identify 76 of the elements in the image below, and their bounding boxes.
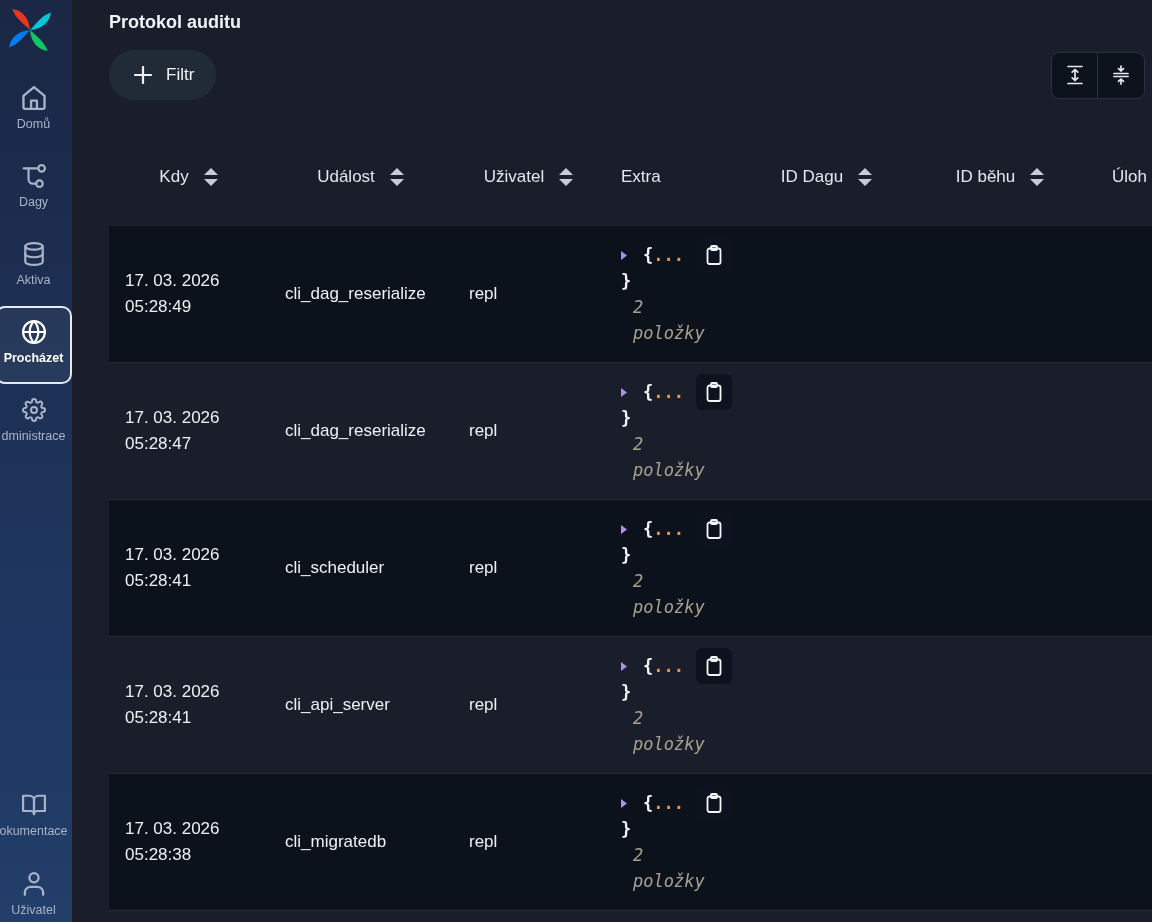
expand-button[interactable] — [1051, 51, 1098, 99]
user-name: repl — [469, 557, 498, 579]
user-name: repl — [469, 420, 498, 442]
event-name: cli_migratedb — [285, 831, 387, 853]
branch-icon — [21, 164, 46, 188]
brace-text: { — [643, 655, 654, 678]
timestamp: 17. 03. 2026 05:28:41 — [125, 544, 221, 592]
brace-text: } — [621, 407, 632, 430]
item-count: 2 položky — [633, 296, 705, 345]
clipboard-icon — [705, 656, 722, 676]
column-header[interactable]: Událost — [317, 166, 405, 188]
caret-icon[interactable] — [621, 250, 627, 260]
ellipsis-text: ... — [653, 381, 684, 404]
user-icon — [21, 872, 46, 896]
nav-item[interactable]: dministrace — [0, 384, 72, 462]
brace-text: } — [621, 270, 632, 293]
home-icon — [21, 86, 46, 110]
pinwheel-logo-icon[interactable] — [8, 8, 52, 52]
nav-item[interactable]: okumentace — [0, 779, 72, 843]
nav-item[interactable]: Aktiva — [0, 228, 72, 306]
copy-button[interactable] — [695, 648, 732, 684]
expand-icon — [1064, 65, 1085, 85]
brace-text: { — [643, 518, 654, 541]
timestamp: 17. 03. 2026 05:28:47 — [125, 407, 221, 455]
collapse-button[interactable] — [1098, 51, 1145, 99]
plus-icon — [134, 66, 152, 84]
caret-icon[interactable] — [621, 524, 627, 534]
user-name: repl — [469, 831, 498, 853]
item-count: 2 položky — [633, 433, 705, 482]
brace-text: { — [643, 792, 654, 815]
event-name: cli_dag_reserialize — [285, 420, 426, 442]
brace-text: } — [621, 818, 632, 841]
book-icon — [21, 793, 46, 817]
column-header[interactable]: Kdy — [159, 166, 219, 188]
brace-text: { — [643, 244, 654, 267]
brace-text: } — [621, 544, 632, 567]
clipboard-icon — [705, 793, 722, 813]
ellipsis-text: ... — [653, 518, 684, 541]
column-header[interactable]: Uživatel — [483, 166, 575, 188]
user-name: repl — [469, 694, 498, 716]
ellipsis-text: ... — [653, 792, 684, 815]
column-header[interactable]: ID Dagu — [780, 166, 874, 188]
settings-icon — [21, 398, 46, 422]
event-name: cli_api_server — [285, 694, 390, 716]
nav-item[interactable]: Procházet — [0, 306, 72, 384]
ellipsis-text: ... — [653, 655, 684, 678]
copy-button[interactable] — [695, 374, 732, 410]
timestamp: 17. 03. 2026 05:28:49 — [125, 270, 221, 318]
caret-icon[interactable] — [621, 798, 627, 808]
item-count: 2 položky — [633, 707, 705, 756]
column-header[interactable]: ID běhu — [955, 166, 1046, 188]
brace-text: } — [621, 681, 632, 704]
globe-icon — [21, 320, 46, 344]
column-header: Extra — [621, 166, 661, 188]
filter-button[interactable]: Filtr — [109, 50, 217, 100]
event-name: cli_scheduler — [285, 557, 385, 579]
collapse-icon — [1111, 65, 1131, 85]
clipboard-icon — [705, 519, 722, 539]
brace-text: { — [643, 381, 654, 404]
nav-item[interactable]: Domů — [0, 72, 72, 150]
nav-item[interactable]: Uživatel — [0, 858, 72, 922]
clipboard-icon — [705, 382, 722, 402]
timestamp: 17. 03. 2026 05:28:38 — [125, 818, 221, 866]
caret-icon[interactable] — [621, 387, 627, 397]
item-count: 2 položky — [633, 844, 705, 893]
timestamp: 17. 03. 2026 05:28:41 — [125, 681, 221, 729]
caret-icon[interactable] — [621, 661, 627, 671]
clipboard-icon — [705, 245, 722, 265]
column-header: Úloh — [1112, 166, 1147, 188]
user-name: repl — [469, 283, 498, 305]
page-title: Protokol auditu — [109, 11, 241, 34]
item-count: 2 položky — [633, 570, 705, 619]
event-name: cli_dag_reserialize — [285, 283, 426, 305]
ellipsis-text: ... — [653, 244, 684, 267]
nav-item[interactable]: Dagy — [0, 150, 72, 228]
database-icon — [21, 242, 46, 266]
